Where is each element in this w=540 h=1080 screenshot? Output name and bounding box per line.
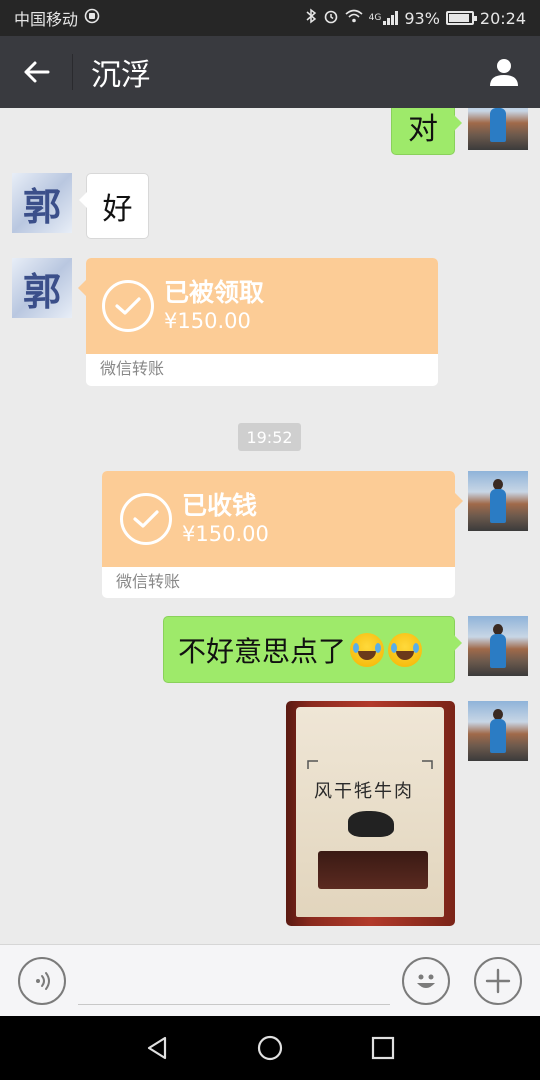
message-bubble-received[interactable]: 好: [79, 173, 149, 239]
transfer-card-top: 已被领取 ¥150.00: [86, 258, 438, 354]
avatar-char: 郭: [22, 183, 61, 229]
plus-icon: [485, 968, 511, 994]
voice-icon: [36, 972, 50, 990]
check-icon: [102, 280, 154, 332]
voice-button[interactable]: [18, 957, 66, 1005]
emoji-icon: [417, 974, 435, 988]
status-bar: 中国移动 4G 93% 20:24: [0, 0, 540, 36]
triangle-back-icon: [147, 1036, 166, 1060]
battery-icon: [445, 11, 477, 25]
transfer-label: 微信转账: [86, 354, 438, 384]
check-icon: [120, 493, 172, 545]
image-message[interactable]: 风干牦牛肉: [286, 701, 455, 926]
back-button[interactable]: [0, 36, 72, 108]
emoji-button[interactable]: [402, 957, 450, 1005]
notification-icon: [84, 8, 100, 28]
status-right: 4G 93% 20:24: [305, 8, 526, 28]
circle-home-icon: [257, 1035, 283, 1061]
header-divider: [72, 54, 73, 90]
timestamp: 19:52: [238, 423, 301, 451]
network-type-label: 4G: [368, 13, 382, 23]
my-avatar[interactable]: [468, 616, 528, 676]
transfer-status: 已被领取: [164, 278, 265, 307]
contact-avatar[interactable]: 郭: [12, 173, 72, 233]
transfer-amount: ¥150.00: [182, 522, 269, 546]
nav-back-button[interactable]: [137, 1028, 177, 1068]
message-bubble-sent[interactable]: 对: [391, 108, 462, 155]
clock: 20:24: [479, 8, 526, 28]
bag-window: [318, 851, 428, 889]
product-bag: 风干牦牛肉: [296, 707, 444, 917]
nav-home-button[interactable]: [250, 1028, 290, 1068]
chat-title: 沉浮: [91, 58, 151, 93]
bag-ornament: [307, 760, 433, 769]
transfer-info: 已收钱 ¥150.00: [182, 491, 269, 547]
bluetooth-icon: [305, 8, 317, 28]
message-text: 对: [408, 111, 438, 147]
carrier-label: 中国移动: [14, 10, 79, 29]
message-bubble-sent[interactable]: 不好意思点了: [163, 616, 462, 683]
crying-laughing-emoji-icon: [350, 632, 385, 667]
message-input[interactable]: [78, 957, 390, 1005]
message-text: 不好意思点了: [178, 634, 347, 668]
nav-recents-button[interactable]: [363, 1028, 403, 1068]
transfer-amount: ¥150.00: [164, 309, 251, 333]
transfer-label: 微信转账: [102, 567, 455, 597]
battery-percent: 93%: [404, 8, 440, 28]
input-bar: [0, 944, 540, 1016]
chat-header: 沉浮: [0, 36, 540, 108]
message-text: 好: [102, 192, 133, 227]
avatar-char: 郭: [22, 268, 61, 314]
wifi-icon: [345, 9, 363, 27]
person-icon: [490, 59, 518, 86]
signal-icon: [383, 11, 399, 25]
yak-graphic: [348, 811, 394, 837]
message-list[interactable]: 对 郭 好 郭 已被领取 ¥150.00 微信转账 19:52 已收钱 ¥150…: [0, 108, 540, 944]
alarm-icon: [323, 8, 339, 28]
my-avatar[interactable]: [468, 108, 528, 150]
transfer-card-received[interactable]: 已被领取 ¥150.00 微信转账: [78, 258, 438, 386]
square-recents-icon: [372, 1036, 395, 1060]
bag-title: 风干牦牛肉: [314, 781, 414, 802]
transfer-info: 已被领取 ¥150.00: [164, 278, 264, 334]
transfer-card-sent[interactable]: 已收钱 ¥150.00 微信转账: [102, 471, 463, 598]
transfer-card-top: 已收钱 ¥150.00: [102, 471, 455, 567]
my-avatar[interactable]: [468, 701, 528, 761]
transfer-status: 已收钱: [182, 491, 258, 520]
crying-laughing-emoji-icon: [388, 632, 423, 667]
system-nav-bar: [0, 1016, 540, 1080]
contact-avatar[interactable]: 郭: [12, 258, 72, 318]
my-avatar[interactable]: [468, 471, 528, 531]
status-left: 中国移动: [14, 6, 100, 30]
more-button[interactable]: [474, 957, 522, 1005]
back-arrow-icon: [24, 61, 50, 83]
chat-info-button[interactable]: [468, 36, 540, 108]
